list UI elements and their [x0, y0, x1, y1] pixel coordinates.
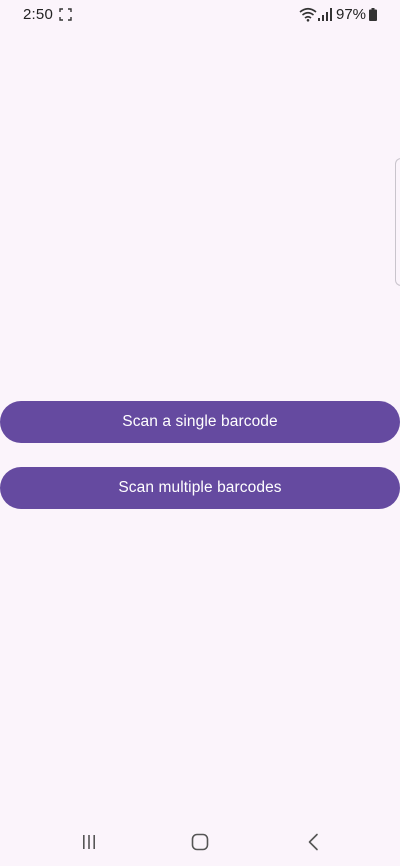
battery-percent: 97% — [336, 6, 367, 23]
home-icon[interactable] — [191, 833, 209, 851]
scan-single-barcode-button[interactable]: Scan a single barcode — [0, 401, 400, 443]
screenshot-icon — [59, 8, 72, 21]
status-bar: 2:50 97% — [0, 0, 400, 30]
signal-icon — [318, 8, 332, 21]
edge-panel-handle[interactable] — [395, 158, 400, 286]
scan-multiple-barcodes-button[interactable]: Scan multiple barcodes — [0, 467, 400, 509]
navigation-bar — [0, 820, 400, 866]
recents-icon[interactable] — [80, 833, 98, 851]
status-time: 2:50 — [23, 6, 53, 23]
back-icon[interactable] — [305, 833, 323, 851]
battery-icon — [369, 8, 377, 21]
wifi-icon — [299, 7, 317, 22]
